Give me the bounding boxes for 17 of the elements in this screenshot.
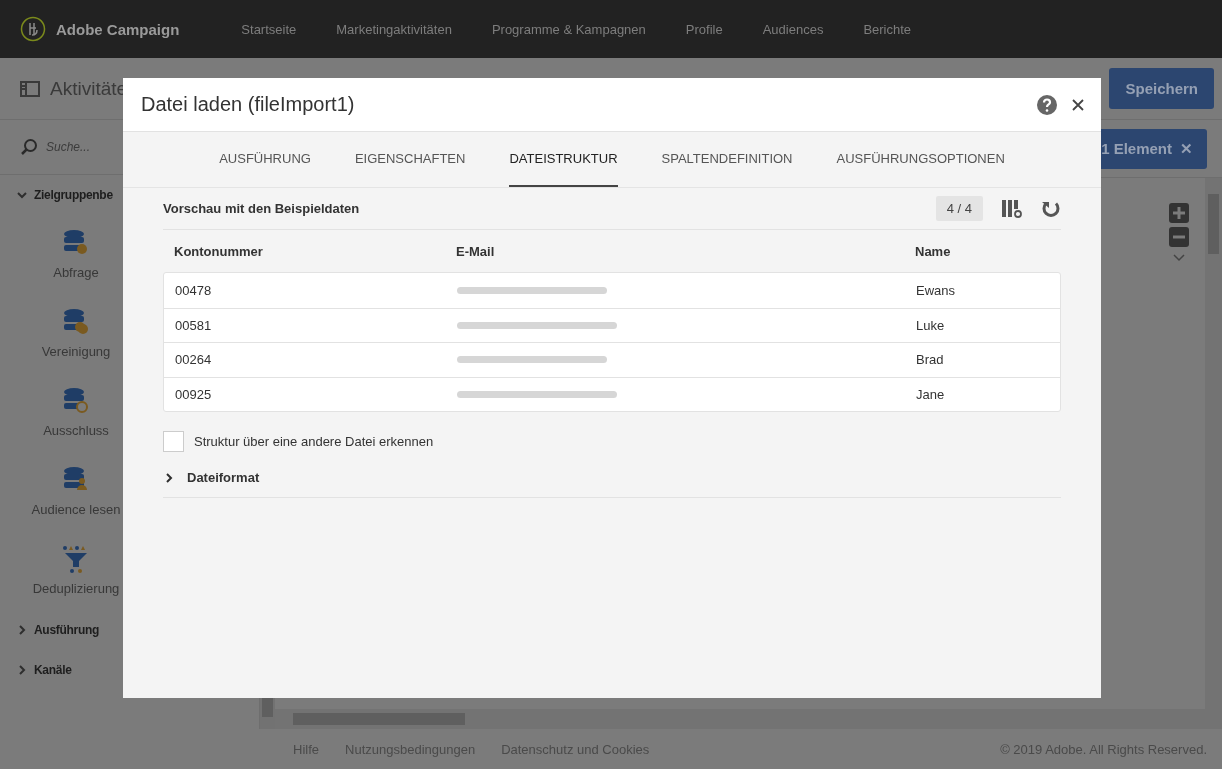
table-cell-text: Luke bbox=[916, 317, 946, 333]
table-cell-text: 00478 bbox=[175, 282, 213, 298]
table-cell-text: 00925 bbox=[175, 386, 213, 402]
column-header: E-Mail bbox=[456, 243, 496, 259]
product-name: Adobe Campaign bbox=[56, 20, 180, 38]
row-count: 4 / 4 bbox=[935, 196, 983, 221]
dialog-title: Datei laden (fileImport1) bbox=[141, 93, 356, 116]
table-cell-text: 00581 bbox=[175, 317, 213, 333]
table-cell-text: Jane bbox=[916, 386, 946, 402]
section-title: Vorschau mit den Beispieldaten bbox=[163, 201, 361, 216]
page-title: Aktivitäte bbox=[50, 77, 129, 100]
column-header: Kontonummer bbox=[174, 243, 264, 259]
checkbox-label: Struktur über eine andere Datei erkennen bbox=[194, 434, 434, 449]
table-cell-text: Ewans bbox=[916, 282, 957, 298]
column-header: Name bbox=[915, 243, 952, 259]
table-cell-text: Brad bbox=[916, 352, 945, 368]
table-cell-text: 00264 bbox=[175, 352, 213, 368]
